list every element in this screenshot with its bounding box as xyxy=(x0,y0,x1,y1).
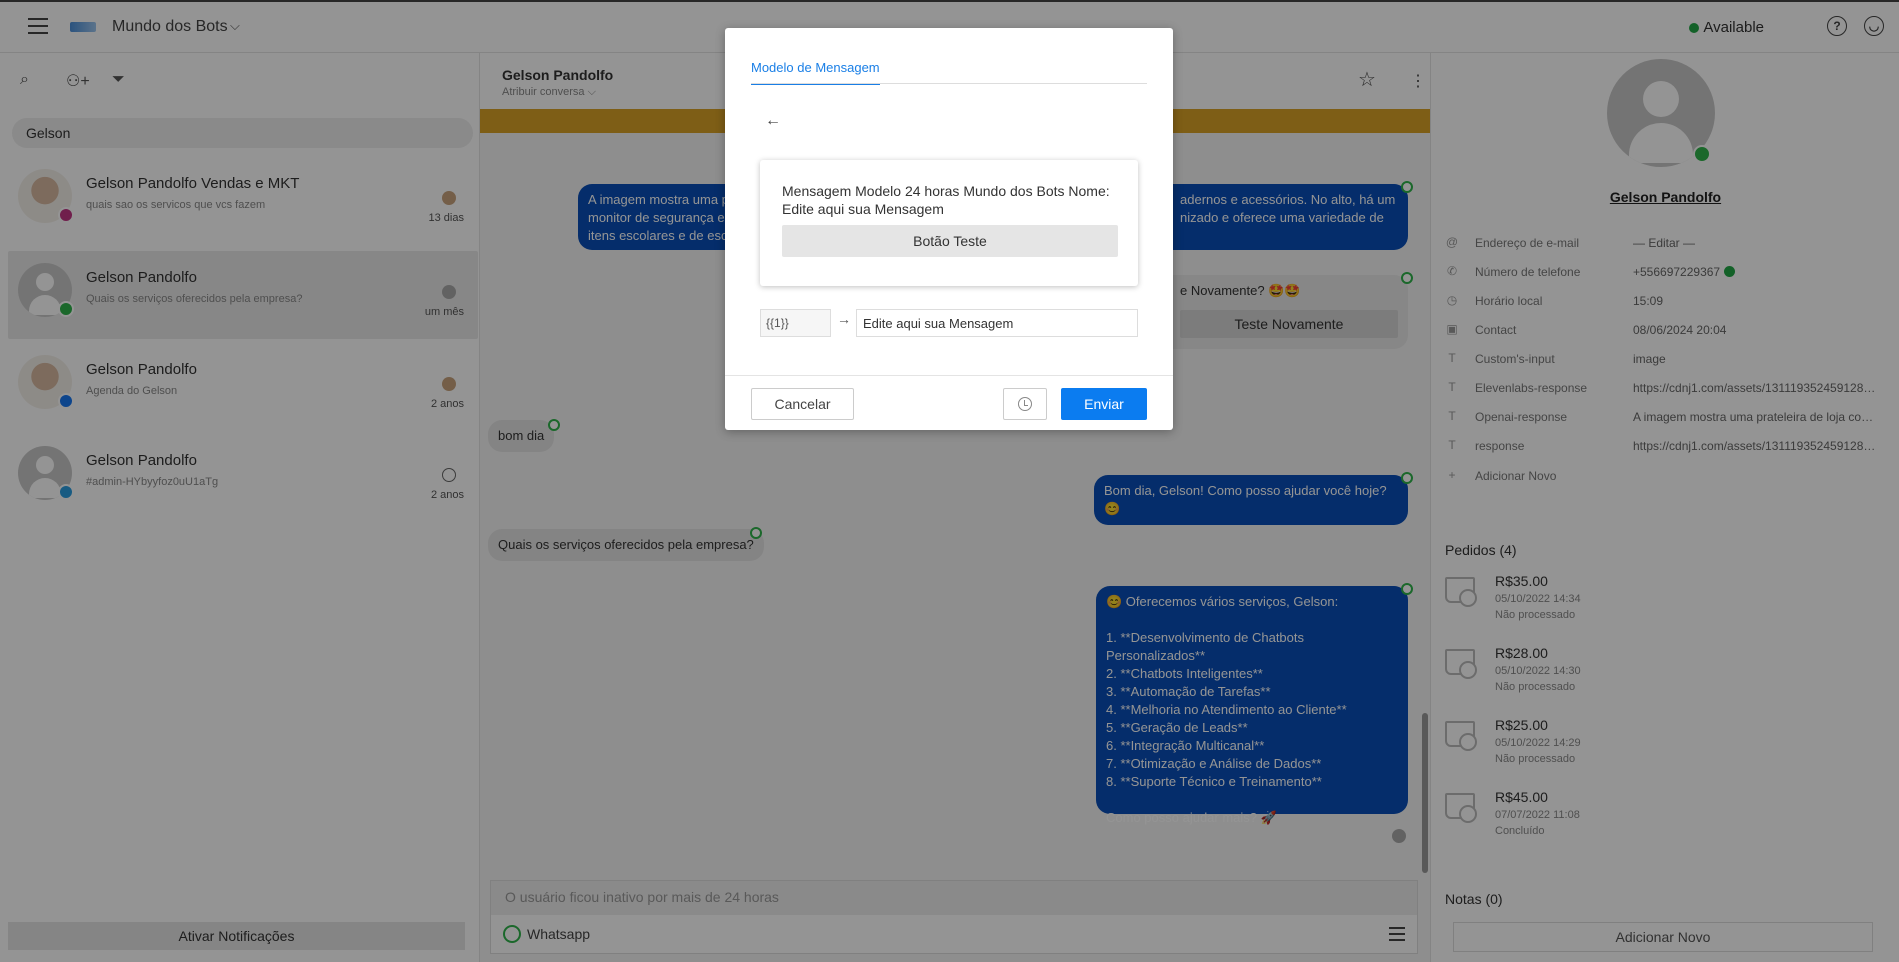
tab-message-template[interactable]: Modelo de Mensagem xyxy=(751,60,880,85)
variable-value-input[interactable]: Edite aqui sua Mensagem xyxy=(856,309,1138,337)
tab-underline xyxy=(751,83,1147,84)
variable-placeholder: {{1}} xyxy=(760,309,831,337)
template-preview-card: Mensagem Modelo 24 horas Mundo dos Bots … xyxy=(760,160,1138,286)
schedule-button[interactable] xyxy=(1003,388,1047,420)
arrow-right-icon: → xyxy=(837,311,851,327)
send-button[interactable]: Enviar xyxy=(1061,388,1147,420)
template-preview-button: Botão Teste xyxy=(782,225,1118,257)
modal-divider xyxy=(725,375,1173,376)
template-message-modal: Modelo de Mensagem ← Mensagem Modelo 24 … xyxy=(725,28,1173,430)
clock-icon xyxy=(1018,397,1032,411)
cancel-button[interactable]: Cancelar xyxy=(751,388,854,420)
template-preview-text: Mensagem Modelo 24 horas Mundo dos Bots … xyxy=(782,183,1110,217)
back-arrow-icon[interactable]: ← xyxy=(765,112,781,130)
